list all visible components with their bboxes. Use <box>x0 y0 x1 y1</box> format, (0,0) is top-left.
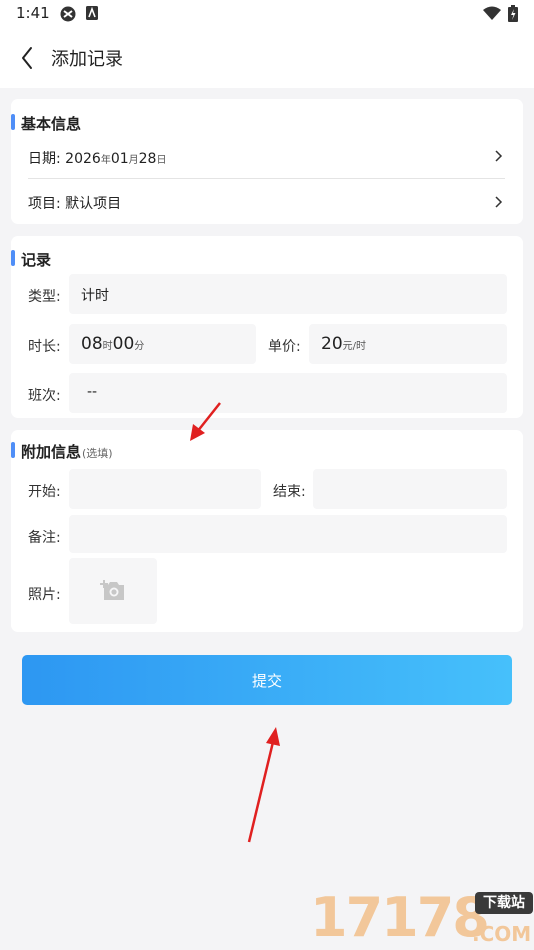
watermark-domain: .COM <box>472 922 532 946</box>
annotation-arrows <box>190 402 280 843</box>
annotation-arrow-icon <box>190 402 221 441</box>
annotation-arrow-icon <box>247 727 280 843</box>
watermark-tag: 下载站 <box>475 892 533 914</box>
watermark-number: 17178 <box>310 886 490 949</box>
